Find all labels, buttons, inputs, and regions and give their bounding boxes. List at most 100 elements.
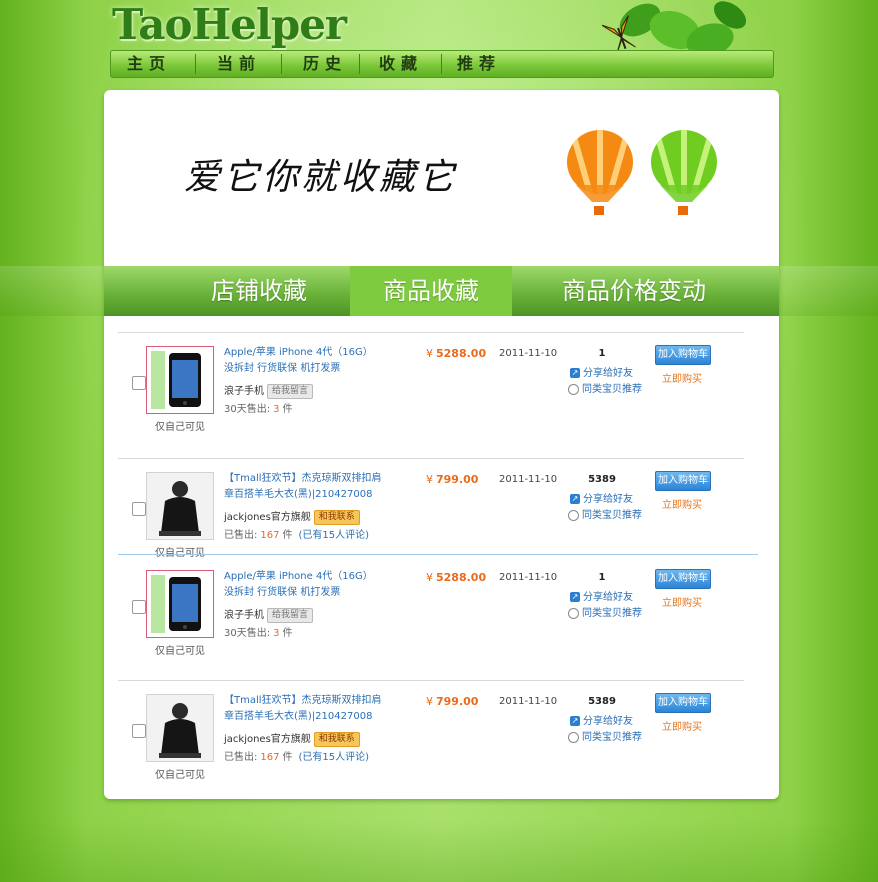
- add-to-cart-button[interactable]: 加入购物车: [655, 569, 711, 589]
- row-divider: [118, 680, 744, 681]
- recommend-icon: [568, 607, 579, 619]
- shop-info: 浪子手机 给我留言: [224, 606, 314, 623]
- coat-thumb[interactable]: [146, 472, 214, 540]
- sales-info: 30天售出: 3 件: [224, 624, 292, 639]
- shop-name[interactable]: jackjones官方旗舰: [224, 512, 311, 523]
- sales-unit: 件: [282, 530, 293, 541]
- product-title[interactable]: Apple/苹果 iPhone 4代（16G） 没拆封 行货联保 机打发票: [224, 345, 384, 377]
- shop-info: 浪子手机 给我留言: [224, 382, 314, 399]
- date: 2011-11-10: [499, 572, 558, 583]
- sales-count: 167: [260, 752, 280, 763]
- add-to-cart-button[interactable]: 加入购物车: [655, 345, 711, 365]
- nav-divider: [281, 54, 282, 74]
- share-link[interactable]: ↗ 分享给好友: [570, 364, 633, 379]
- shop-name[interactable]: 浪子手机: [224, 386, 264, 397]
- visibility-caption: 仅自己可见: [155, 646, 205, 657]
- sales-count: 3: [273, 628, 280, 639]
- share-label: 分享给好友: [583, 494, 633, 505]
- tab-shop-favorites[interactable]: 店铺收藏: [164, 266, 354, 316]
- favorite-count: 5389: [588, 474, 616, 485]
- sales-count: 167: [260, 530, 280, 541]
- share-label: 分享给好友: [583, 368, 633, 379]
- main-nav: 主页 当前 历史 收藏 推荐: [110, 50, 774, 78]
- sales-info: 已售出: 167 件 (已有15人评论): [224, 526, 369, 541]
- date: 2011-11-10: [499, 474, 558, 485]
- tab-price-changes[interactable]: 商品价格变动: [534, 266, 734, 316]
- price-value: 5288.00: [436, 571, 487, 584]
- share-icon: ↗: [570, 494, 580, 504]
- price-symbol: ¥: [426, 347, 433, 360]
- background-bottom: [0, 820, 878, 882]
- nav-item-recommend[interactable]: 推荐: [441, 51, 517, 77]
- select-checkbox[interactable]: [132, 724, 146, 738]
- product-title[interactable]: 【Tmall狂欢节】杰克琼斯双排扣肩章百搭羊毛大衣(黑)|210427008: [224, 693, 384, 725]
- buy-now-link[interactable]: 立即购买: [662, 718, 702, 733]
- sales-prefix: 30天售出:: [224, 628, 271, 639]
- contact-me-button[interactable]: 和我联系: [313, 509, 360, 525]
- phone-icon: [151, 575, 201, 633]
- iphone-thumb[interactable]: [146, 346, 214, 414]
- select-checkbox[interactable]: [132, 502, 146, 516]
- review-count[interactable]: (已有15人评论): [298, 752, 369, 763]
- nav-item-favorites[interactable]: 收藏: [363, 51, 439, 77]
- share-link[interactable]: ↗ 分享给好友: [570, 588, 633, 603]
- product-row: 仅自己可见 Apple/苹果 iPhone 4代（16G） 没拆封 行货联保 机…: [104, 332, 779, 444]
- visibility-caption: 仅自己可见: [155, 770, 205, 781]
- add-to-cart-button[interactable]: 加入购物车: [655, 471, 711, 491]
- price-value: 5288.00: [436, 347, 487, 360]
- sales-unit: 件: [282, 628, 293, 639]
- leave-message-button[interactable]: 给我留言: [267, 607, 314, 623]
- select-checkbox[interactable]: [132, 600, 146, 614]
- date: 2011-11-10: [499, 348, 558, 359]
- shop-name[interactable]: 浪子手机: [224, 610, 264, 621]
- recommend-icon: [568, 383, 579, 395]
- shop-info: jackjones官方旗舰 和我联系: [224, 508, 360, 525]
- sales-info: 30天售出: 3 件: [224, 400, 292, 415]
- add-to-cart-button[interactable]: 加入购物车: [655, 693, 711, 713]
- share-link[interactable]: ↗ 分享给好友: [570, 712, 633, 727]
- phone-icon: [151, 351, 201, 409]
- select-checkbox[interactable]: [132, 376, 146, 390]
- price-value: 799.00: [436, 473, 479, 486]
- favorite-count: 1: [598, 572, 606, 583]
- share-link[interactable]: ↗ 分享给好友: [570, 490, 633, 505]
- recommend-label: 同类宝贝推荐: [582, 608, 642, 619]
- visibility-caption: 仅自己可见: [155, 422, 205, 433]
- recommend-label: 同类宝贝推荐: [582, 384, 642, 395]
- tab-item-favorites[interactable]: 商品收藏: [350, 266, 512, 316]
- recommend-link[interactable]: 同类宝贝推荐: [568, 506, 642, 521]
- buy-now-link[interactable]: 立即购买: [662, 370, 702, 385]
- section-divider: [118, 554, 758, 555]
- sales-info: 已售出: 167 件 (已有15人评论): [224, 748, 369, 763]
- nav-divider: [359, 54, 360, 74]
- leave-message-button[interactable]: 给我留言: [267, 383, 314, 399]
- main-panel: 爱它你就收藏它 店铺收藏 商品收藏 商品价格变动 仅自己可见 Apple/苹果 …: [104, 90, 779, 799]
- price: ¥5288.00: [426, 571, 486, 584]
- price-symbol: ¥: [426, 473, 433, 486]
- buy-now-link[interactable]: 立即购买: [662, 496, 702, 511]
- coat-thumb[interactable]: [146, 694, 214, 762]
- recommend-link[interactable]: 同类宝贝推荐: [568, 380, 642, 395]
- product-title[interactable]: 【Tmall狂欢节】杰克琼斯双排扣肩章百搭羊毛大衣(黑)|210427008: [224, 471, 384, 503]
- sales-prefix: 已售出:: [224, 752, 258, 763]
- shop-name[interactable]: jackjones官方旗舰: [224, 734, 311, 745]
- recommend-link[interactable]: 同类宝贝推荐: [568, 604, 642, 619]
- buy-now-link[interactable]: 立即购买: [662, 594, 702, 609]
- contact-me-button[interactable]: 和我联系: [313, 731, 360, 747]
- price-symbol: ¥: [426, 571, 433, 584]
- review-count[interactable]: (已有15人评论): [298, 530, 369, 541]
- share-label: 分享给好友: [583, 592, 633, 603]
- balloons-decoration: [567, 130, 717, 215]
- product-title[interactable]: Apple/苹果 iPhone 4代（16G） 没拆封 行货联保 机打发票: [224, 569, 384, 601]
- sales-count: 3: [273, 404, 280, 415]
- banner-slogan: 爱它你就收藏它: [184, 157, 458, 198]
- nav-item-current[interactable]: 当前: [201, 51, 277, 77]
- iphone-thumb[interactable]: [146, 570, 214, 638]
- nav-item-history[interactable]: 历史: [287, 51, 363, 77]
- share-label: 分享给好友: [583, 716, 633, 727]
- recommend-link[interactable]: 同类宝贝推荐: [568, 728, 642, 743]
- nav-item-home[interactable]: 主页: [111, 51, 187, 77]
- row-divider: [118, 332, 744, 333]
- row-divider: [118, 458, 744, 459]
- price: ¥5288.00: [426, 347, 486, 360]
